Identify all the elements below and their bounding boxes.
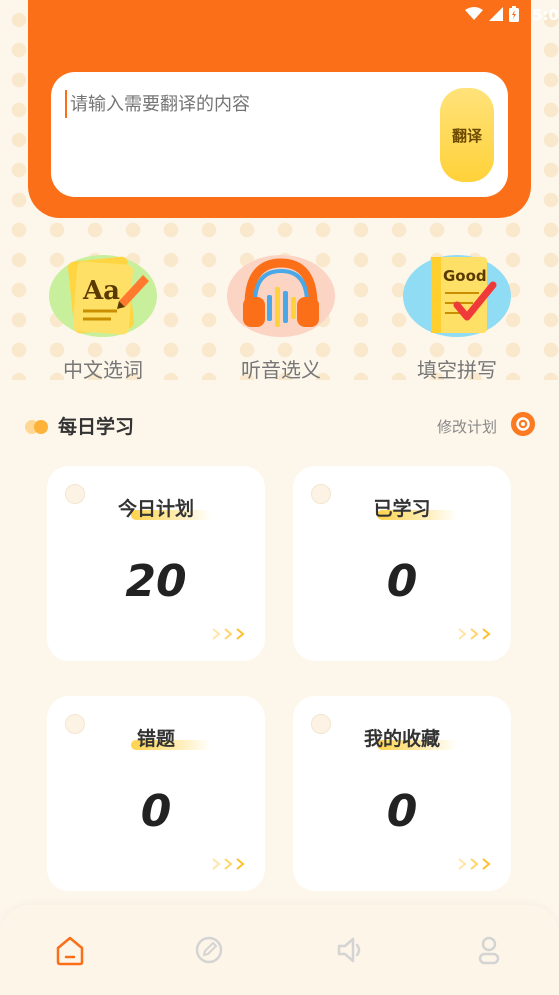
svg-text:Good: Good — [443, 267, 487, 285]
card-title: 错题 — [136, 728, 175, 750]
chevrons-right-icon — [458, 858, 491, 870]
feature-listen-choose[interactable]: 听音选义 — [221, 255, 341, 383]
learned-card[interactable]: 已学习 0 — [293, 466, 511, 661]
card-title: 今日计划 — [117, 498, 194, 520]
aa-note-icon: Aa — [67, 256, 149, 335]
section-marker-icon — [25, 420, 48, 434]
wifi-icon — [465, 7, 483, 20]
feature-label: 中文选词 — [63, 358, 143, 382]
status-time: 5:0 — [532, 6, 559, 24]
feature-chinese-word-choice[interactable]: Aa 中文选词 — [43, 255, 163, 383]
feature-blob: Good — [403, 255, 511, 337]
translate-button[interactable]: 翻译 — [440, 88, 494, 182]
feature-blob: Aa — [49, 255, 157, 337]
favorites-card[interactable]: 我的收藏 0 — [293, 696, 511, 891]
section-title: 每日学习 — [58, 416, 135, 438]
card-value: 0 — [386, 556, 418, 607]
status-icons — [465, 6, 519, 22]
card-title: 已学习 — [373, 498, 431, 520]
battery-icon — [509, 6, 519, 22]
card-value: 20 — [125, 556, 187, 607]
chevrons-right-icon — [212, 628, 245, 640]
today-plan-card[interactable]: 今日计划 20 — [47, 466, 265, 661]
modify-plan-link[interactable]: 修改计划 — [437, 416, 497, 437]
card-value: 0 — [140, 786, 172, 837]
bottom-nav — [0, 905, 559, 995]
translate-input-box: 翻译 — [51, 72, 508, 197]
feature-fill-spelling[interactable]: Good 填空拼写 — [397, 255, 517, 383]
headphones-icon — [243, 258, 319, 327]
feature-label: 听音选义 — [241, 358, 321, 382]
chevrons-right-icon — [458, 628, 491, 640]
speaker-icon[interactable] — [333, 933, 367, 967]
feature-label: 填空拼写 — [417, 358, 497, 382]
edit-icon[interactable] — [192, 933, 226, 967]
home-icon[interactable] — [53, 933, 87, 967]
chevrons-right-icon — [212, 858, 245, 870]
profile-icon[interactable] — [472, 933, 506, 967]
daily-study-header: 每日学习 修改计划 — [22, 410, 537, 442]
gear-icon[interactable] — [511, 412, 535, 436]
card-title: 我的收藏 — [363, 728, 440, 750]
wrong-questions-card[interactable]: 错题 0 — [47, 696, 265, 891]
good-notebook-icon: Good — [431, 257, 497, 333]
feature-blob — [227, 255, 335, 337]
card-value: 0 — [386, 786, 418, 837]
translate-input[interactable] — [65, 90, 430, 118]
svg-text:Aa: Aa — [82, 276, 120, 306]
status-bar: 5:0 — [0, 0, 559, 30]
signal-icon — [489, 7, 503, 21]
